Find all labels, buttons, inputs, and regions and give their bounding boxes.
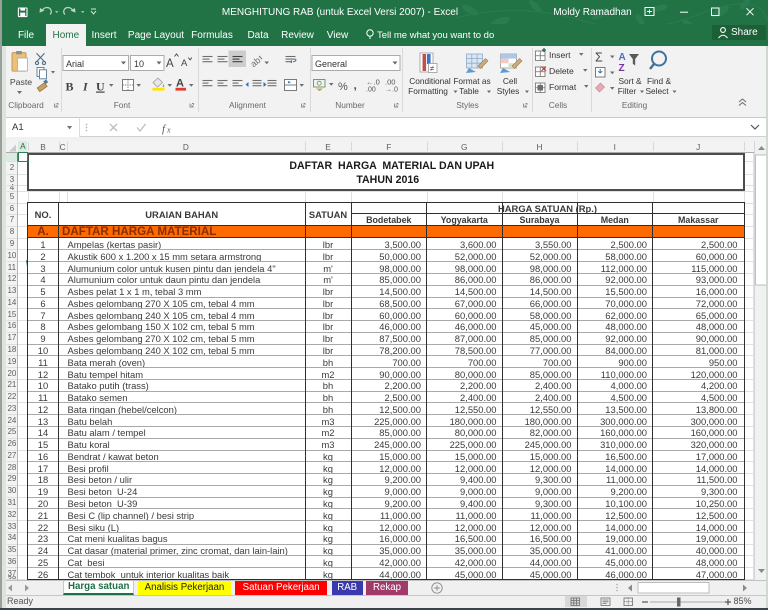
svg-text:x: x: [166, 126, 171, 135]
